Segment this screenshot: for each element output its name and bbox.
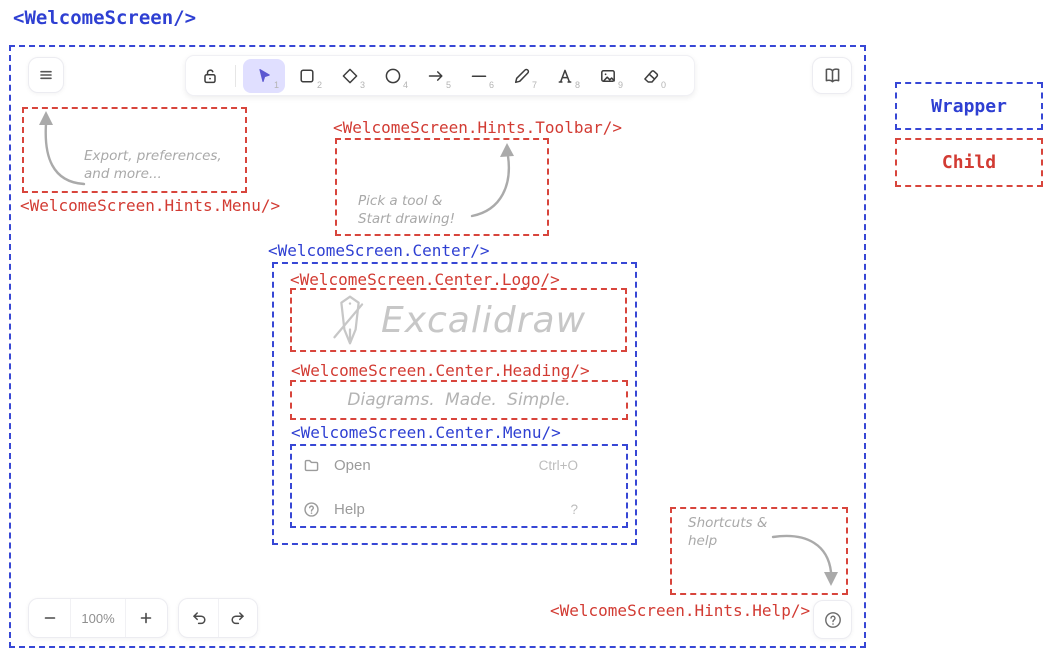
zoom-in-button[interactable]	[126, 599, 167, 637]
help-button[interactable]	[813, 600, 852, 639]
tool-shortcut-number: 6	[489, 80, 494, 90]
excalidraw-pencil-icon	[331, 293, 369, 347]
menu-item-open-shortcut: Ctrl+O	[539, 458, 578, 473]
tool-shortcut-number: 2	[317, 80, 322, 90]
center-heading-label: <WelcomeScreen.Center.Heading/>	[291, 362, 590, 380]
zoom-level[interactable]: 100%	[71, 599, 124, 637]
minus-icon	[42, 610, 58, 626]
hints-menu-label: <WelcomeScreen.Hints.Menu/>	[20, 197, 280, 215]
plus-icon	[138, 610, 154, 626]
diamond-icon	[340, 66, 360, 86]
tool-arrow[interactable]: 5	[415, 59, 457, 93]
eraser-icon	[641, 66, 661, 86]
tool-shortcut-number: 7	[532, 80, 537, 90]
undo-button[interactable]	[179, 599, 218, 637]
tool-shortcut-number: 1	[274, 80, 279, 90]
image-icon	[598, 66, 618, 86]
rectangle-icon	[297, 66, 317, 86]
menu-item-open[interactable]: Open Ctrl+O	[302, 454, 620, 476]
legend-child-box: Child	[895, 138, 1043, 187]
library-button[interactable]	[812, 57, 852, 94]
legend-child-label: Child	[942, 152, 996, 173]
toolbar-divider	[235, 65, 236, 87]
redo-button[interactable]	[219, 599, 257, 637]
tool-image[interactable]: 9	[587, 59, 629, 93]
zoom-out-button[interactable]	[29, 599, 70, 637]
tool-eraser[interactable]: 0	[630, 59, 672, 93]
menu-item-help[interactable]: Help ?	[302, 498, 620, 520]
tool-shortcut-number: 3	[360, 80, 365, 90]
tool-diamond[interactable]: 3	[329, 59, 371, 93]
center-logo-label: <WelcomeScreen.Center.Logo/>	[290, 271, 560, 289]
help-hint-line2: help	[688, 533, 767, 551]
main-menu-button[interactable]	[28, 57, 64, 93]
redo-icon	[228, 608, 248, 628]
tool-shortcut-number: 5	[446, 80, 451, 90]
welcome-screen-doc: <WelcomeScreen/>	[0, 0, 1053, 661]
tool-ellipse[interactable]: 4	[372, 59, 414, 93]
arrow-icon	[426, 66, 446, 86]
center-menu-label: <WelcomeScreen.Center.Menu/>	[291, 424, 561, 442]
tool-text[interactable]: 8	[544, 59, 586, 93]
lock-tool-button[interactable]	[192, 59, 228, 93]
menu-item-help-label: Help	[334, 501, 365, 518]
zoom-controls: 100%	[28, 598, 168, 638]
text-icon	[555, 66, 575, 86]
toolbar-hint-text: Pick a tool & Start drawing!	[358, 193, 455, 228]
toolbar-hint-line1: Pick a tool &	[358, 193, 455, 211]
ellipse-icon	[383, 66, 403, 86]
tool-shortcut-number: 0	[661, 80, 666, 90]
question-mark-icon	[823, 610, 843, 630]
legend-wrapper-label: Wrapper	[931, 96, 1007, 117]
history-controls	[178, 598, 258, 638]
tool-shortcut-number: 8	[575, 80, 580, 90]
excalidraw-logo: Excalidraw	[292, 290, 625, 350]
tool-line[interactable]: 6	[458, 59, 500, 93]
line-icon	[469, 66, 489, 86]
toolbar-hint-arrow	[468, 142, 518, 222]
center-menu-annotation-box: Open Ctrl+O Help ?	[290, 444, 628, 528]
root-component-label: <WelcomeScreen/>	[13, 7, 196, 29]
book-icon	[822, 65, 843, 86]
tool-shortcut-number: 9	[618, 80, 623, 90]
help-hint-text: Shortcuts & help	[688, 515, 767, 550]
help-hint-arrow	[770, 528, 842, 592]
center-logo-annotation-box: Excalidraw	[290, 288, 627, 352]
menu-hint-text: Export, preferences, and more...	[84, 148, 222, 183]
tool-draw[interactable]: 7	[501, 59, 543, 93]
excalidraw-logo-text: Excalidraw	[381, 300, 586, 341]
center-heading-annotation-box: Diagrams. Made. Simple.	[290, 380, 628, 420]
hints-help-label: <WelcomeScreen.Hints.Help/>	[550, 602, 808, 620]
undo-icon	[189, 608, 209, 628]
center-label: <WelcomeScreen.Center/>	[268, 242, 490, 260]
welcome-heading: Diagrams. Made. Simple.	[347, 390, 570, 410]
menu-item-open-label: Open	[334, 457, 371, 474]
toolbar: 1 2 3 4	[185, 55, 695, 96]
menu-hint-arrow	[32, 110, 88, 190]
menu-hint-line1: Export, preferences,	[84, 148, 222, 166]
tool-selection[interactable]: 1	[243, 59, 285, 93]
tool-rectangle[interactable]: 2	[286, 59, 328, 93]
selection-cursor-icon	[254, 66, 274, 86]
hints-toolbar-label: <WelcomeScreen.Hints.Toolbar/>	[333, 119, 622, 137]
tool-shortcut-number: 4	[403, 80, 408, 90]
pencil-icon	[512, 66, 532, 86]
hamburger-icon	[36, 65, 56, 85]
menu-item-help-shortcut: ?	[570, 502, 578, 517]
toolbar-hint-line2: Start drawing!	[358, 211, 455, 229]
help-circle-icon	[302, 500, 321, 519]
menu-hint-line2: and more...	[84, 166, 222, 184]
unlock-icon	[200, 66, 220, 86]
help-hint-line1: Shortcuts &	[688, 515, 767, 533]
legend-wrapper-box: Wrapper	[895, 82, 1043, 130]
folder-icon	[302, 456, 321, 475]
